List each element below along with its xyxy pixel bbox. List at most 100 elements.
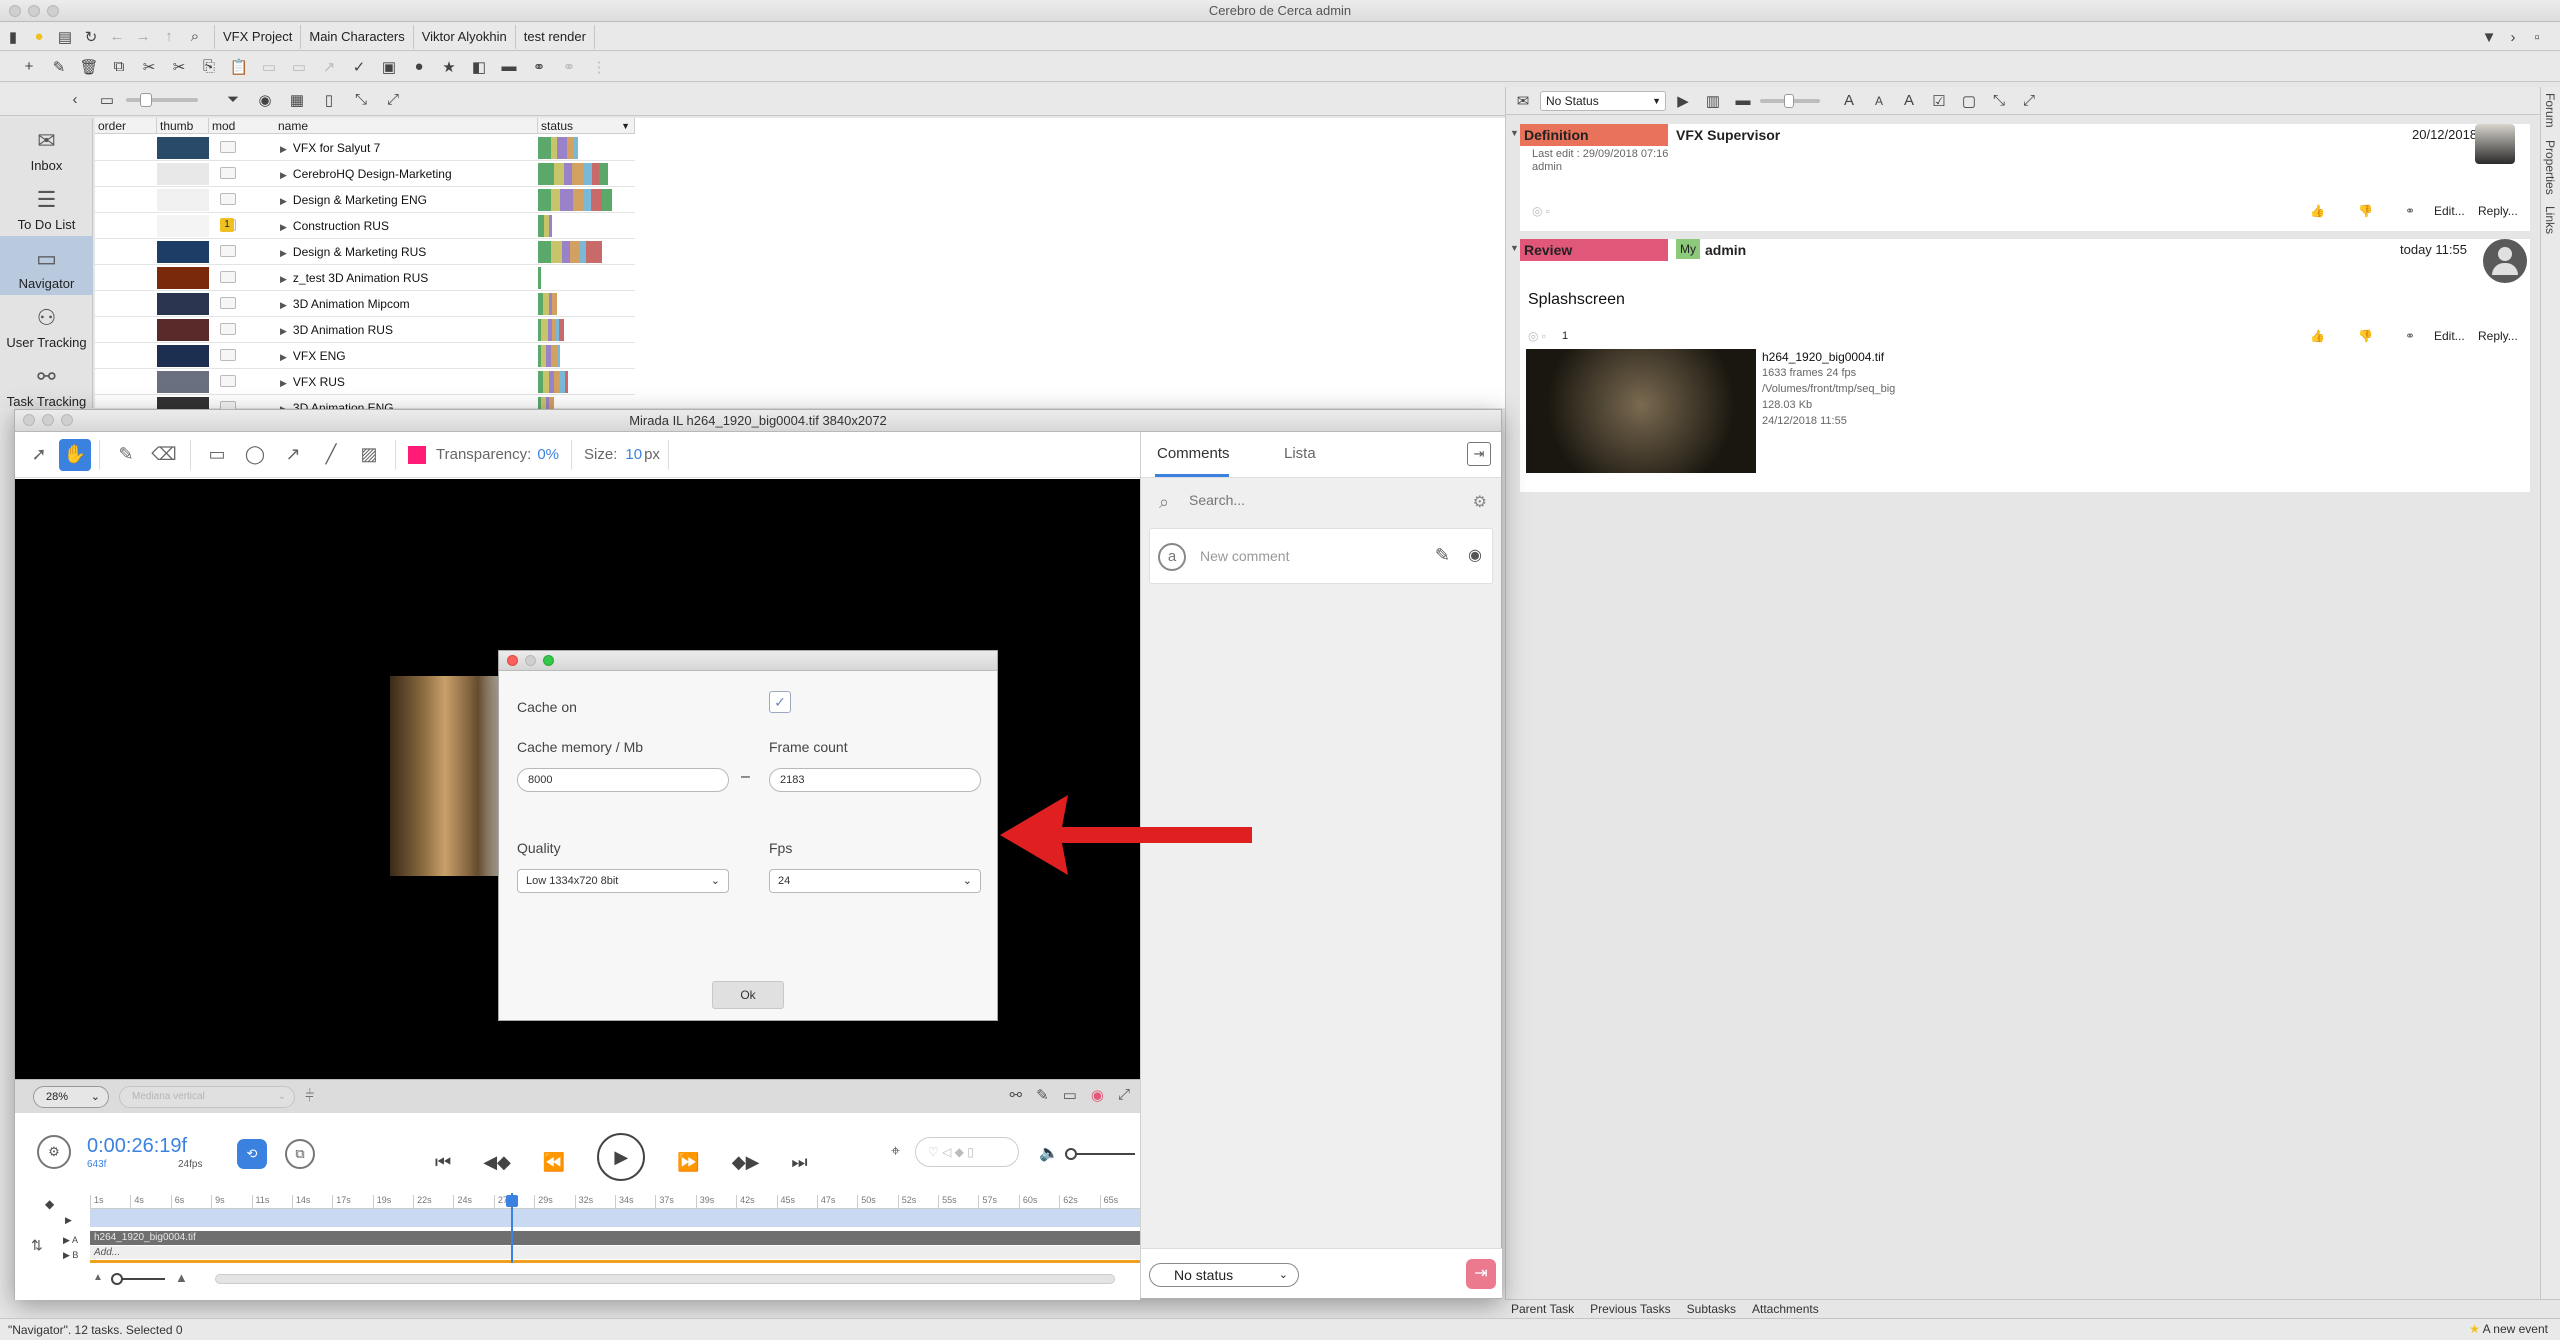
split-icon[interactable]: ⫩ bbox=[305, 1088, 314, 1106]
dislike-icon[interactable]: 👎 bbox=[2358, 329, 2373, 343]
more-icon[interactable]: ⋮ bbox=[586, 55, 612, 79]
track-a-clip[interactable]: h264_1920_big0004.tif bbox=[90, 1231, 1140, 1245]
marker-icon[interactable]: ◆ bbox=[45, 1197, 54, 1211]
cards-icon[interactable]: ▤ bbox=[52, 25, 78, 49]
link-icon[interactable]: ⚭ bbox=[526, 55, 552, 79]
expand-icon[interactable]: ▶ bbox=[280, 170, 287, 180]
timecode[interactable]: 0:00:26:19f bbox=[87, 1135, 187, 1158]
minimize-dialog-button[interactable] bbox=[525, 655, 536, 666]
dropdown-chevron-icon[interactable]: ▼ bbox=[2476, 25, 2502, 49]
breadcrumb-item[interactable]: Viktor Alyokhin bbox=[414, 24, 516, 49]
gear-icon[interactable]: ⚙ bbox=[1473, 492, 1487, 512]
edit-link[interactable]: Edit... bbox=[2434, 204, 2465, 218]
row-name[interactable]: ▶ VFX RUS bbox=[280, 369, 345, 395]
font-icon[interactable]: A bbox=[1896, 89, 1922, 113]
expand-icon[interactable]: ▶ bbox=[280, 326, 287, 336]
collapse-icon[interactable]: ▼ bbox=[1510, 128, 1519, 138]
attachment-thumbnail[interactable] bbox=[1526, 349, 1756, 473]
filter-icon[interactable]: ⏷ bbox=[220, 88, 246, 112]
share-icon[interactable]: ↗ bbox=[316, 55, 342, 79]
zoom-select[interactable]: 28% ⌄ bbox=[33, 1085, 109, 1108]
eye-icon[interactable]: ◉ bbox=[252, 88, 278, 112]
volume-icon[interactable]: 🔈 bbox=[1039, 1143, 1059, 1163]
quality-select[interactable]: Low 1334x720 8bit ⌄ bbox=[517, 869, 729, 893]
loop-button[interactable]: ⟲ bbox=[237, 1139, 267, 1169]
columns-icon[interactable]: ▥ bbox=[1700, 89, 1726, 113]
slider-handle[interactable] bbox=[140, 92, 152, 107]
expand-panel-icon[interactable]: ⤢ bbox=[2016, 89, 2042, 113]
settings-dial-icon[interactable]: ⚙ bbox=[37, 1135, 71, 1169]
play-button[interactable]: ▶ bbox=[597, 1133, 646, 1181]
attachment-icon[interactable]: ◎ ▫ bbox=[1528, 329, 1546, 343]
thumb-size-icon[interactable]: ▭ bbox=[94, 88, 120, 112]
thumb-size-slider[interactable] bbox=[126, 92, 198, 107]
table-row[interactable]: ▶ 3D Animation RUS bbox=[95, 317, 635, 343]
row-name[interactable]: ▶ z_test 3D Animation RUS bbox=[280, 265, 428, 291]
table-row[interactable]: ▶ VFX RUS bbox=[95, 369, 635, 395]
collapse-panel-icon[interactable]: ⇥ bbox=[1467, 442, 1491, 466]
tab-subtasks[interactable]: Subtasks bbox=[1687, 1302, 1736, 1316]
bulb-icon[interactable]: ● bbox=[406, 55, 432, 79]
zoom-in-icon[interactable]: ▲ bbox=[175, 1270, 188, 1285]
dislike-icon[interactable]: 👎 bbox=[2358, 204, 2373, 218]
up-icon[interactable]: ↑ bbox=[156, 25, 182, 49]
draw-comment-icon[interactable]: ✎ bbox=[1435, 545, 1450, 566]
like-icon[interactable]: 👍 bbox=[2310, 204, 2325, 218]
ellipse-icon[interactable]: ◯ bbox=[237, 437, 273, 473]
table-row[interactable]: ▶ Design & Marketing RUS bbox=[95, 239, 635, 265]
cut-link-icon[interactable]: ✂ bbox=[166, 55, 192, 79]
transparency-value[interactable]: 0% bbox=[537, 446, 559, 463]
expand-icon[interactable]: ⤢ bbox=[380, 88, 406, 112]
gallery-icon[interactable]: ▣ bbox=[376, 55, 402, 79]
row-name[interactable]: ▶ 3D Animation RUS bbox=[280, 317, 393, 343]
tab-comments[interactable]: Comments bbox=[1157, 445, 1230, 462]
paste-disabled-icon[interactable]: ▭ bbox=[256, 55, 282, 79]
unlink-icon[interactable]: ⚭ bbox=[556, 55, 582, 79]
breadcrumb-item[interactable]: test render bbox=[516, 24, 595, 49]
marker-controls[interactable]: ♡ ◁ ◆ ▯ bbox=[915, 1137, 1019, 1167]
shrink-icon[interactable]: ⤡ bbox=[348, 88, 374, 112]
expand-icon[interactable]: ▶ bbox=[280, 378, 287, 388]
skip-start-icon[interactable]: ⏮ bbox=[435, 1152, 451, 1173]
fps-select[interactable]: 24 ⌄ bbox=[769, 869, 981, 893]
search-icon[interactable]: ⌕ bbox=[182, 25, 208, 49]
checkbox-icon[interactable]: ☑ bbox=[1926, 89, 1952, 113]
next-icon[interactable]: › bbox=[2500, 25, 2526, 49]
square-icon[interactable]: ▢ bbox=[1956, 89, 1982, 113]
tab-attachments[interactable]: Attachments bbox=[1752, 1302, 1819, 1316]
row-name[interactable]: ▶ CerebroHQ Design-Marketing bbox=[280, 161, 452, 187]
row-name[interactable]: ▶ VFX ENG bbox=[280, 343, 346, 369]
font-size-slider[interactable] bbox=[1760, 93, 1820, 108]
comment-status-select[interactable]: No status ⌄ bbox=[1149, 1263, 1299, 1287]
binoculars-icon[interactable]: ⚯ bbox=[1010, 1086, 1023, 1104]
line-icon[interactable]: ╱ bbox=[313, 437, 349, 473]
video-comment-icon[interactable]: ◉ bbox=[1468, 545, 1482, 565]
skip-end-icon[interactable]: ⏭ bbox=[791, 1152, 807, 1173]
row-name[interactable]: ▶ Design & Marketing ENG bbox=[280, 187, 427, 213]
table-row[interactable]: ▶ Construction RUS 1 bbox=[95, 213, 635, 239]
table-row[interactable]: ▶ VFX for Salyut 7 bbox=[95, 135, 635, 161]
slider-handle[interactable] bbox=[111, 1273, 123, 1285]
copy-task-icon[interactable]: ⎘ bbox=[196, 55, 222, 79]
eraser-icon[interactable]: ⌫ bbox=[146, 437, 182, 473]
record-icon[interactable]: ◉ bbox=[1091, 1086, 1104, 1104]
sidebar-toggle-icon[interactable]: ▮ bbox=[0, 25, 26, 49]
sidebar-item-inbox[interactable]: ✉ Inbox bbox=[0, 118, 93, 177]
edit-link[interactable]: Edit... bbox=[2434, 329, 2465, 343]
marker-track[interactable] bbox=[90, 1209, 1140, 1227]
frame-count-input[interactable]: 2183 bbox=[769, 768, 981, 792]
table-row[interactable]: ▶ 3D Animation Mipcom bbox=[95, 291, 635, 317]
page-icon[interactable]: ▫ bbox=[2524, 25, 2550, 49]
tab-links[interactable]: Links bbox=[2541, 200, 2559, 240]
cut-icon[interactable]: ✂ bbox=[136, 55, 162, 79]
expand-icon[interactable]: ▶ bbox=[65, 1215, 72, 1226]
viewer-mode-select[interactable]: Mediana vertical ⌄ bbox=[119, 1085, 295, 1108]
film-icon[interactable]: ▬ bbox=[496, 55, 522, 79]
attachment-icon[interactable]: ◎ ▫ bbox=[1532, 204, 1550, 218]
table-row[interactable]: ▶ VFX ENG bbox=[95, 343, 635, 369]
expand-icon[interactable]: ▶ bbox=[280, 274, 287, 284]
column-header-status[interactable]: status ▼ bbox=[538, 118, 635, 134]
collapse-left-icon[interactable]: ‹ bbox=[62, 88, 88, 112]
fast-forward-icon[interactable]: ⏩ bbox=[677, 1152, 699, 1173]
trash-icon[interactable]: 🗑 bbox=[76, 55, 102, 79]
